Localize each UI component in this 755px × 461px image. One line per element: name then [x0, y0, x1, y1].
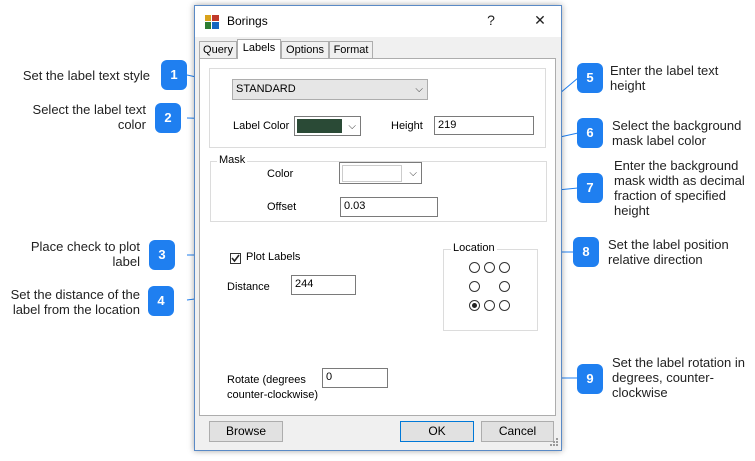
location-radio-bottom-left[interactable]: [469, 300, 480, 311]
distance-label: Distance: [227, 281, 270, 293]
label-color-swatch: [297, 119, 342, 133]
distance-input[interactable]: 244: [291, 275, 356, 295]
close-button[interactable]: ✕: [530, 12, 550, 29]
location-radio-bottom[interactable]: [484, 300, 495, 311]
callout-text-4: Set the distance of the label from the l…: [0, 287, 140, 317]
callout-text-6-line1: Select the background: [612, 118, 742, 133]
callout-badge-3: 3: [149, 240, 175, 270]
dialog-title: Borings: [227, 14, 268, 28]
callout-text-8-line2: relative direction: [608, 252, 703, 267]
check-icon: [231, 254, 240, 263]
callout-text-2: Select the label text color: [0, 102, 146, 132]
callout-text-5-line1: Enter the label text: [610, 63, 719, 78]
mask-color-picker[interactable]: ⌵: [339, 162, 422, 184]
location-radio-top[interactable]: [484, 262, 495, 273]
mask-color-swatch: [342, 165, 402, 182]
callout-badge-4: 4: [148, 286, 174, 316]
callout-text-7: Enter the background mask width as decim…: [614, 158, 754, 218]
callout-text-6: Select the background mask label color: [612, 118, 752, 148]
label-color-picker[interactable]: ⌵: [294, 116, 361, 136]
callout-text-9-line3: clockwise: [612, 385, 668, 400]
labels-panel: STANDARD ⌵ Label Color ⌵ Height 219 Mask…: [199, 58, 556, 416]
browse-button[interactable]: Browse: [209, 421, 283, 442]
mask-color-label: Color: [267, 168, 294, 180]
location-radio-top-right[interactable]: [499, 262, 510, 273]
offset-label: Offset: [267, 201, 297, 213]
tab-format[interactable]: Format: [329, 41, 373, 58]
label-color-label: Label Color: [233, 120, 290, 132]
callout-text-9-line2: degrees, counter-: [612, 370, 714, 385]
text-style-value: STANDARD: [236, 83, 296, 95]
callout-text-9: Set the label rotation in degrees, count…: [612, 355, 754, 400]
location-group-label: Location: [451, 242, 497, 254]
callout-text-3-line1: Place check to plot: [30, 239, 140, 254]
callout-text-9-line1: Set the label rotation in: [612, 355, 745, 370]
chevron-down-icon: ⌵: [409, 168, 417, 179]
callout-badge-8: 8: [573, 237, 599, 267]
rotate-label-line1: Rotate (degrees: [227, 374, 306, 386]
callout-text-6-line2: mask label color: [612, 133, 706, 148]
offset-input[interactable]: 0.03: [340, 197, 438, 217]
callout-text-2-line2: color: [117, 117, 146, 132]
text-style-dropdown[interactable]: STANDARD ⌵: [232, 79, 428, 100]
chevron-down-icon: ⌵: [415, 84, 423, 95]
callout-badge-6: 6: [577, 118, 603, 148]
callout-badge-1: 1: [161, 60, 187, 90]
resize-grip-icon[interactable]: [550, 438, 558, 446]
chevron-down-icon: ⌵: [348, 121, 356, 132]
tab-options[interactable]: Options: [281, 41, 329, 58]
callout-text-8: Set the label position relative directio…: [608, 237, 753, 267]
callout-text-7-line2: mask width as decimal: [614, 173, 745, 188]
location-radio-right[interactable]: [499, 281, 510, 292]
callout-badge-7: 7: [577, 173, 603, 203]
callout-text-7-line1: Enter the background: [614, 158, 739, 173]
callout-text-2-line1: Select the label text: [32, 102, 146, 117]
rotate-label-line2: counter-clockwise): [227, 389, 319, 401]
location-radio-left[interactable]: [469, 281, 480, 292]
callout-text-4-line2: label from the location: [12, 302, 140, 317]
title-bar[interactable]: Borings ? ✕: [195, 6, 561, 37]
location-radio-bottom-right[interactable]: [499, 300, 510, 311]
borings-dialog: Borings ? ✕ Query Labels Options Format …: [194, 5, 562, 451]
callout-text-8-line1: Set the label position: [608, 237, 729, 252]
callout-text-3: Place check to plot label: [0, 239, 140, 269]
plot-labels-checkbox[interactable]: [230, 253, 241, 264]
callout-badge-2: 2: [155, 103, 181, 133]
height-label: Height: [391, 120, 423, 132]
location-radio-top-left[interactable]: [469, 262, 480, 273]
tab-labels[interactable]: Labels: [237, 39, 281, 59]
callout-badge-9: 9: [577, 364, 603, 394]
callout-text-1-line1: Set the label text style: [22, 68, 150, 83]
callout-text-7-line4: height: [614, 203, 650, 218]
callout-text-5-line2: height: [610, 78, 646, 93]
rotate-input[interactable]: 0: [322, 368, 388, 388]
mask-group-label: Mask: [217, 154, 248, 166]
callout-text-3-line2: label: [112, 254, 140, 269]
tab-query[interactable]: Query: [199, 41, 237, 58]
callout-text-1: Set the label text style: [0, 68, 150, 83]
callout-text-7-line3: fraction of specified: [614, 188, 727, 203]
cancel-button[interactable]: Cancel: [481, 421, 554, 442]
plot-labels-label: Plot Labels: [246, 251, 301, 263]
help-button[interactable]: ?: [481, 12, 501, 28]
callout-badge-5: 5: [577, 63, 603, 93]
ok-button[interactable]: OK: [400, 421, 474, 442]
app-icon: [205, 15, 219, 29]
height-input[interactable]: 219: [434, 116, 534, 135]
callout-text-4-line1: Set the distance of the: [10, 287, 140, 302]
callout-text-5: Enter the label text height: [610, 63, 752, 93]
